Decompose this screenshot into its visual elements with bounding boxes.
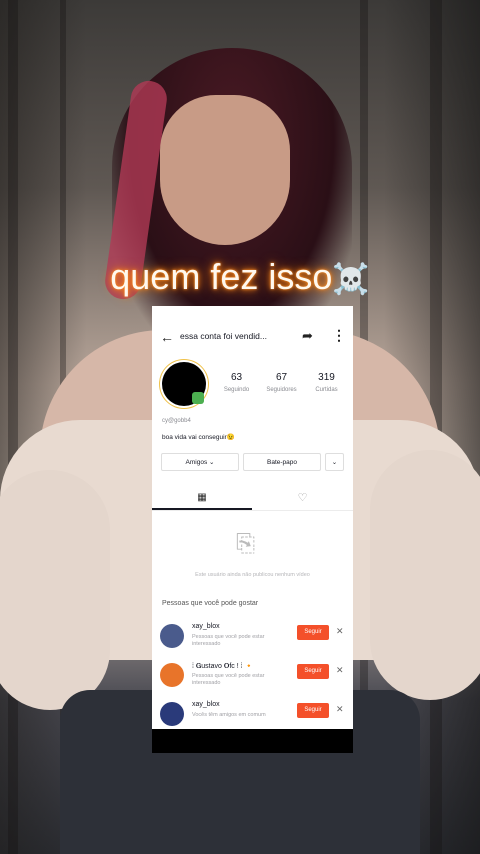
- suggestion-name: ⁞ 𝐆ustavo 𝐎fc ! ⁞ 🔸: [192, 663, 254, 670]
- profile-title: essa conta foi vendid...: [180, 331, 267, 341]
- suggestion-item[interactable]: ⁞ 𝐆ustavo 𝐎fc ! ⁞ 🔸 Pessoas que você pod…: [152, 659, 353, 695]
- more-vertical-icon[interactable]: ⋮: [332, 327, 346, 344]
- profile-screenshot: ← essa conta foi vendid... ➦ ⋮ 63 Seguin…: [152, 306, 353, 753]
- username: cy@gobb4: [162, 418, 191, 424]
- arrow-left-icon[interactable]: ←: [160, 329, 176, 345]
- suggestion-subtitle: Pessoas que você pode estar interessado: [192, 673, 265, 686]
- suggestion-name: xay_blox: [192, 623, 220, 630]
- avatar[interactable]: [160, 663, 184, 687]
- stat-followers[interactable]: 67 Seguidores: [259, 372, 304, 393]
- stat-likes-label: Curtidas: [315, 387, 338, 393]
- follow-button[interactable]: Seguir: [297, 703, 329, 718]
- suggestion-name: xay_blox: [192, 701, 220, 708]
- close-icon[interactable]: ✕: [336, 704, 344, 715]
- suggestion-subtitle: Vocês têm amigos em comum: [192, 712, 266, 718]
- tab-videos[interactable]: ▦: [152, 486, 252, 510]
- suggestion-item[interactable]: xay_blox Pessoas que você pode estar int…: [152, 620, 353, 656]
- video-caption: quem fez isso☠️: [0, 256, 480, 298]
- avatar-badge: [192, 392, 204, 404]
- profile-topbar: ← essa conta foi vendid... ➦ ⋮: [152, 306, 353, 366]
- share-icon[interactable]: ➦: [302, 328, 313, 344]
- bio: boa vida vai conseguir😉: [162, 434, 235, 441]
- friends-button[interactable]: Amigos ⌄: [161, 453, 239, 471]
- stat-following-label: Seguindo: [223, 387, 250, 393]
- stat-likes-value: 319: [318, 372, 335, 383]
- avatar[interactable]: [160, 702, 184, 726]
- skull-emoji: ☠️: [332, 263, 370, 296]
- inbox-tray-icon: ⎘: [236, 530, 256, 557]
- grid-icon: ▦: [197, 492, 207, 503]
- screenshot-bottom-bar: [152, 729, 353, 753]
- chat-button[interactable]: Bate-papo: [243, 453, 321, 471]
- stat-following[interactable]: 63 Seguindo: [214, 372, 259, 393]
- heart-outline-icon: ♡: [297, 492, 308, 504]
- stat-followers-value: 67: [275, 372, 288, 383]
- caption-text: quem fez isso: [110, 256, 333, 297]
- stat-followers-label: Seguidores: [266, 387, 297, 393]
- stat-following-value: 63: [230, 372, 243, 383]
- empty-state-text: Este usuário ainda não publicou nenhum v…: [195, 572, 310, 578]
- close-icon[interactable]: ✕: [336, 665, 344, 676]
- follow-button[interactable]: Seguir: [297, 664, 329, 679]
- stat-likes[interactable]: 319 Curtidas: [304, 372, 349, 393]
- profile-tabs: ▦ ♡: [152, 486, 353, 511]
- active-tab-indicator: [152, 508, 252, 510]
- more-suggestions-button[interactable]: ⌄: [325, 453, 344, 471]
- avatar[interactable]: [160, 624, 184, 648]
- follow-button[interactable]: Seguir: [297, 625, 329, 640]
- suggestions-title: Pessoas que você pode gostar: [162, 600, 259, 607]
- tab-liked[interactable]: ♡: [252, 486, 353, 510]
- close-icon[interactable]: ✕: [336, 626, 344, 637]
- suggestion-subtitle: Pessoas que você pode estar interessado: [192, 634, 265, 647]
